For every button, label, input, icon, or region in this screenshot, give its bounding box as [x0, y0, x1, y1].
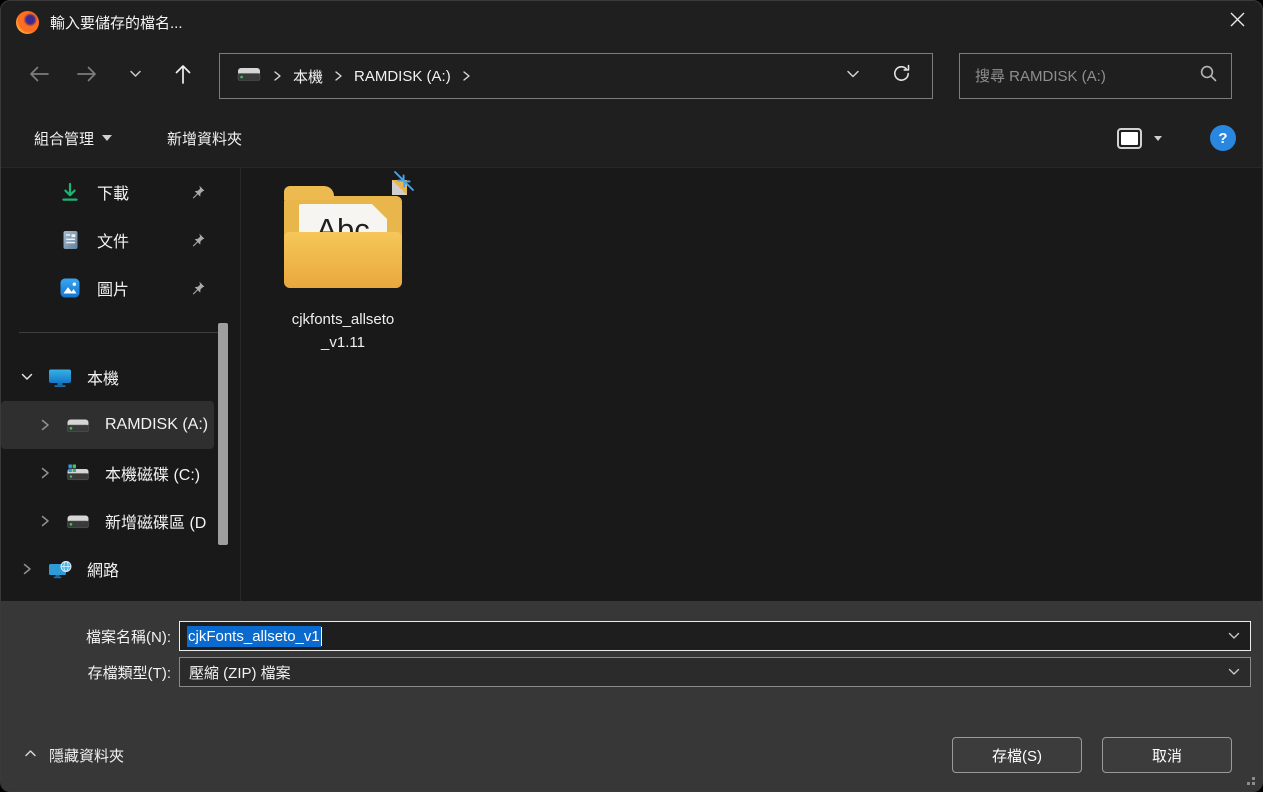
chevron-up-icon — [23, 746, 38, 765]
triangle-down-icon — [102, 135, 113, 141]
save-button[interactable]: 存檔(S) — [952, 737, 1082, 773]
window-title: 輸入要儲存的檔名... — [50, 14, 183, 32]
sidebar-item-ramdisk-a[interactable]: RAMDISK (A:) — [1, 401, 214, 449]
view-dropdown-icon[interactable] — [1154, 135, 1162, 141]
arrow-left-icon — [27, 62, 51, 91]
filename-input[interactable]: cjkFonts_allseto_v1 — [179, 621, 1251, 651]
sidebar-item-new-volume-d[interactable]: 新增磁碟區 (D — [1, 497, 240, 545]
computer-icon — [48, 367, 72, 388]
help-button[interactable]: ? — [1210, 125, 1236, 151]
search-input[interactable] — [973, 66, 1199, 86]
filetype-select[interactable]: 壓縮 (ZIP) 檔案 — [179, 657, 1251, 687]
save-dialog-window: 輸入要儲存的檔名... 本機 RAMDISK (A:) 搜尋 RAMDISK (… — [0, 0, 1263, 792]
filetype-dropdown-icon[interactable] — [1227, 665, 1241, 679]
back-button[interactable] — [15, 55, 63, 97]
hide-folders-button[interactable]: 隱藏資料夾 — [23, 745, 124, 766]
refresh-button[interactable] — [891, 63, 912, 89]
address-bar[interactable]: 本機 RAMDISK (A:) — [219, 53, 933, 99]
change-view-button[interactable] — [1117, 127, 1142, 149]
network-icon — [48, 559, 72, 580]
filetype-label: 存檔類型(T): — [87, 664, 171, 682]
sidebar-item-local-disk-c[interactable]: 本機磁碟 (C:) — [1, 449, 240, 497]
sidebar-item-label: 本機 — [87, 371, 120, 388]
close-icon — [1229, 11, 1246, 33]
new-folder-button[interactable]: 新增資料夾 — [167, 128, 242, 149]
breadcrumb-chevron-icon — [462, 70, 471, 82]
sidebar-item-label: 圖片 — [97, 282, 130, 299]
sidebar-item-label: 本機磁碟 (C:) — [105, 467, 201, 484]
recent-locations-button[interactable] — [111, 55, 159, 97]
sidebar-item-network[interactable]: 網路 — [1, 545, 240, 593]
document-icon — [58, 229, 82, 251]
chevron-right-icon[interactable] — [37, 466, 53, 480]
breadcrumb-chevron-icon — [334, 70, 343, 82]
up-button[interactable] — [159, 55, 207, 97]
chevron-down-icon — [128, 66, 143, 86]
download-icon — [58, 181, 82, 203]
drive-icon — [236, 64, 262, 89]
sidebar-item-label: 新增磁碟區 (D — [105, 515, 207, 532]
resize-grip[interactable] — [1252, 782, 1255, 785]
drive-icon — [66, 416, 90, 435]
titlebar: 輸入要儲存的檔名... — [1, 1, 1262, 43]
view-thumbnail-icon — [1121, 131, 1138, 145]
sidebar-item-downloads[interactable]: 下載 — [1, 168, 240, 216]
organize-label: 組合管理 — [34, 130, 95, 148]
navigation-pane: 下載 文件 圖片 本機 RAMDISK (A:) 本機磁碟 (C:) 新增磁碟區… — [1, 168, 241, 601]
breadcrumb-current[interactable]: RAMDISK (A:) — [354, 68, 451, 85]
filename-dropdown-icon[interactable] — [1227, 629, 1241, 643]
breadcrumb-root[interactable]: 本機 — [293, 66, 323, 87]
sidebar-item-documents[interactable]: 文件 — [1, 216, 240, 264]
filename-label: 檔案名稱(N): — [86, 628, 171, 646]
navigation-bar: 本機 RAMDISK (A:) — [1, 43, 1262, 109]
pin-icon[interactable] — [190, 184, 206, 200]
content-area: 下載 文件 圖片 本機 RAMDISK (A:) 本機磁碟 (C:) 新增磁碟區… — [1, 167, 1262, 601]
sidebar-divider — [19, 332, 222, 333]
pin-icon[interactable] — [190, 280, 206, 296]
new-folder-label: 新增資料夾 — [167, 130, 243, 148]
firefox-icon — [16, 10, 39, 34]
chevron-right-icon[interactable] — [37, 418, 53, 432]
filename-selected-text: cjkFonts_allseto_v1 — [187, 625, 321, 647]
pictures-icon — [58, 277, 82, 299]
sidebar-item-this-pc[interactable]: 本機 — [1, 353, 240, 401]
close-button[interactable] — [1212, 1, 1262, 43]
chevron-right-icon[interactable] — [19, 562, 35, 576]
pin-icon[interactable] — [190, 232, 206, 248]
dialog-footer: 隱藏資料夾 存檔(S) 取消 — [1, 719, 1262, 791]
hide-folders-label: 隱藏資料夾 — [49, 747, 125, 765]
arrow-up-icon — [171, 62, 195, 91]
compress-arrows-icon — [389, 168, 419, 203]
breadcrumb-chevron-icon — [273, 70, 282, 82]
chevron-right-icon[interactable] — [37, 514, 53, 528]
sidebar-item-label: 文件 — [97, 234, 130, 251]
cancel-button[interactable]: 取消 — [1102, 737, 1232, 773]
text-caret — [320, 626, 322, 646]
sidebar-scrollbar-thumb[interactable] — [218, 323, 228, 545]
folder-name: cjkfonts_allseto _v1.11 — [291, 311, 395, 352]
chevron-down-icon[interactable] — [19, 370, 35, 384]
address-dropdown-button[interactable] — [845, 66, 861, 87]
save-form-panel: 檔案名稱(N): cjkFonts_allseto_v1 存檔類型(T): 壓縮… — [1, 601, 1262, 791]
search-icon[interactable] — [1199, 64, 1218, 88]
organize-button[interactable]: 組合管理 — [34, 128, 113, 149]
sidebar-item-label: 下載 — [97, 186, 130, 203]
sidebar-item-label: RAMDISK (A:) — [105, 416, 209, 433]
arrow-right-icon — [75, 62, 99, 91]
forward-button[interactable] — [63, 55, 111, 97]
folder-icon: Abc — [279, 171, 414, 292]
folder-item[interactable]: Abc cjkfonts_allseto _v1.11 — [269, 171, 417, 355]
sidebar-item-label: 網路 — [87, 563, 120, 580]
drive-icon — [66, 512, 90, 531]
windows-drive-icon — [66, 464, 90, 483]
sidebar-item-pictures[interactable]: 圖片 — [1, 264, 240, 312]
search-box — [959, 53, 1232, 99]
question-mark-icon: ? — [1218, 129, 1228, 147]
command-toolbar: 組合管理 新增資料夾 ? — [1, 109, 1262, 167]
filetype-value: 壓縮 (ZIP) 檔案 — [189, 664, 291, 682]
file-list-area[interactable]: Abc cjkfonts_allseto _v1.11 — [241, 168, 1262, 601]
